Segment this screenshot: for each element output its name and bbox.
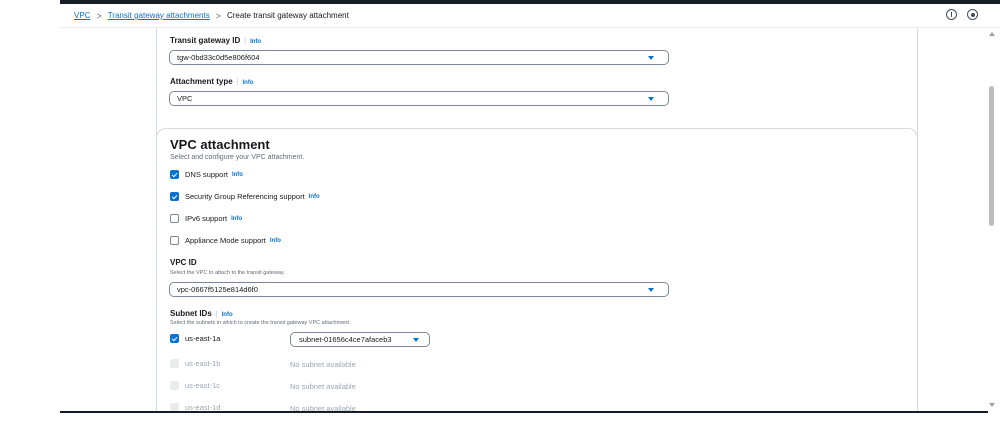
subnet-row: us-east-1a subnet-01656c4ce7afaceb3 — [170, 332, 570, 348]
appliance-mode-label: Appliance Mode support — [185, 236, 266, 245]
dns-support-label: DNS support — [185, 170, 228, 179]
subnet-option-us-east-1c: us-east-1c — [170, 381, 220, 390]
info-separator: | — [215, 311, 218, 318]
chevron-down-icon — [648, 96, 654, 101]
security-group-referencing-label: Security Group Referencing support — [185, 192, 305, 201]
security-group-referencing-info-link[interactable]: Info — [309, 194, 320, 200]
subnet-checkbox-us-east-1b — [170, 359, 179, 368]
subnet-ids-info-link[interactable]: Info — [222, 312, 233, 318]
vpc-id-label: VPC ID — [170, 258, 197, 267]
info-icon[interactable] — [946, 9, 957, 20]
subnet-select-value: subnet-01656c4ce7afaceb3 — [299, 335, 392, 344]
transit-gateway-id-value: tgw-0bd33c0d5e806f604 — [177, 53, 260, 62]
subnet-az-label: us-east-1c — [185, 381, 221, 390]
breadcrumb: VPC > Transit gateway attachments > Crea… — [74, 11, 349, 21]
appliance-mode-info-link[interactable]: Info — [270, 238, 281, 244]
chevron-down-icon — [648, 55, 654, 60]
attachment-type-value: VPC — [177, 94, 193, 103]
subnet-select-us-east-1a[interactable]: subnet-01656c4ce7afaceb3 — [290, 332, 430, 347]
chevron-down-icon — [413, 337, 419, 342]
subnet-ids-description: Select the subnets in which to create th… — [170, 320, 351, 326]
breadcrumb-separator: > — [96, 10, 102, 21]
subnet-option-us-east-1b: us-east-1b — [170, 359, 220, 368]
subnet-row: us-east-1c No subnet available — [170, 381, 570, 395]
breadcrumb-separator: > — [215, 10, 221, 21]
main-content: Transit gateway ID | Info tgw-0bd33c0d5e80… — [60, 28, 988, 412]
info-separator: | — [236, 79, 239, 86]
bottom-divider — [60, 411, 988, 413]
vpc-id-value: vpc-0667f5125e814d6f0 — [177, 285, 258, 294]
breadcrumb-vpc[interactable]: VPC — [74, 11, 90, 20]
info-separator: | — [244, 38, 247, 45]
breadcrumb-bar: VPC > Transit gateway attachments > Crea… — [60, 4, 1000, 28]
section-description: Select and configure your VPC attachment… — [170, 154, 305, 161]
ipv6-support-info-link[interactable]: Info — [231, 216, 242, 222]
appliance-mode-option[interactable]: Appliance Mode support Info — [170, 236, 281, 245]
ipv6-support-label: IPv6 support — [185, 214, 228, 223]
settings-icon[interactable] — [967, 9, 978, 20]
attachment-type-select[interactable]: VPC — [169, 91, 669, 106]
transit-gateway-id-label: Transit gateway ID | Info — [170, 36, 262, 45]
transit-gateway-id-select[interactable]: tgw-0bd33c0d5e806f604 — [169, 50, 669, 65]
vpc-id-select[interactable]: vpc-0667f5125e814d6f0 — [169, 282, 669, 297]
vertical-scrollbar[interactable] — [988, 28, 996, 411]
no-subnet-available: No subnet available — [290, 382, 356, 391]
breadcrumb-current: Create transit gateway attachment — [226, 11, 349, 20]
subnet-checkbox-us-east-1c — [170, 381, 179, 390]
subnet-ids-label: Subnet IDs | Info — [170, 309, 233, 318]
vpc-id-description: Select the VPC to attach to the transit … — [170, 270, 285, 276]
subnet-az-label: us-east-1b — [185, 359, 221, 368]
no-subnet-available: No subnet available — [290, 360, 356, 369]
attachment-type-label: Attachment type | Info — [170, 77, 254, 86]
security-group-referencing-checkbox[interactable] — [170, 192, 179, 201]
ipv6-support-option[interactable]: IPv6 support Info — [170, 214, 242, 223]
scroll-up-arrow-icon[interactable] — [989, 32, 995, 36]
subnet-az-label: us-east-1a — [185, 334, 221, 343]
breadcrumb-transit-gateway-attachments[interactable]: Transit gateway attachments — [108, 11, 210, 20]
subnet-checkbox-us-east-1a[interactable] — [170, 334, 179, 343]
dns-support-info-link[interactable]: Info — [232, 172, 243, 178]
chevron-down-icon — [648, 287, 654, 292]
subnet-option-us-east-1a[interactable]: us-east-1a — [170, 334, 220, 343]
vpc-attachment-panel: VPC attachment Select and configure your… — [156, 128, 918, 412]
security-group-referencing-option[interactable]: Security Group Referencing support Info — [170, 192, 320, 201]
subnet-row: us-east-1b No subnet available — [170, 359, 570, 373]
dns-support-checkbox[interactable] — [170, 170, 179, 179]
scroll-down-arrow-icon[interactable] — [989, 403, 995, 407]
ipv6-support-checkbox[interactable] — [170, 214, 179, 223]
transit-gateway-id-info-link[interactable]: Info — [250, 39, 261, 45]
appliance-mode-checkbox[interactable] — [170, 236, 179, 245]
scrollbar-thumb[interactable] — [989, 86, 994, 226]
dns-support-option[interactable]: DNS support Info — [170, 170, 243, 179]
section-title: VPC attachment — [170, 137, 270, 152]
attachment-type-info-link[interactable]: Info — [243, 80, 254, 86]
